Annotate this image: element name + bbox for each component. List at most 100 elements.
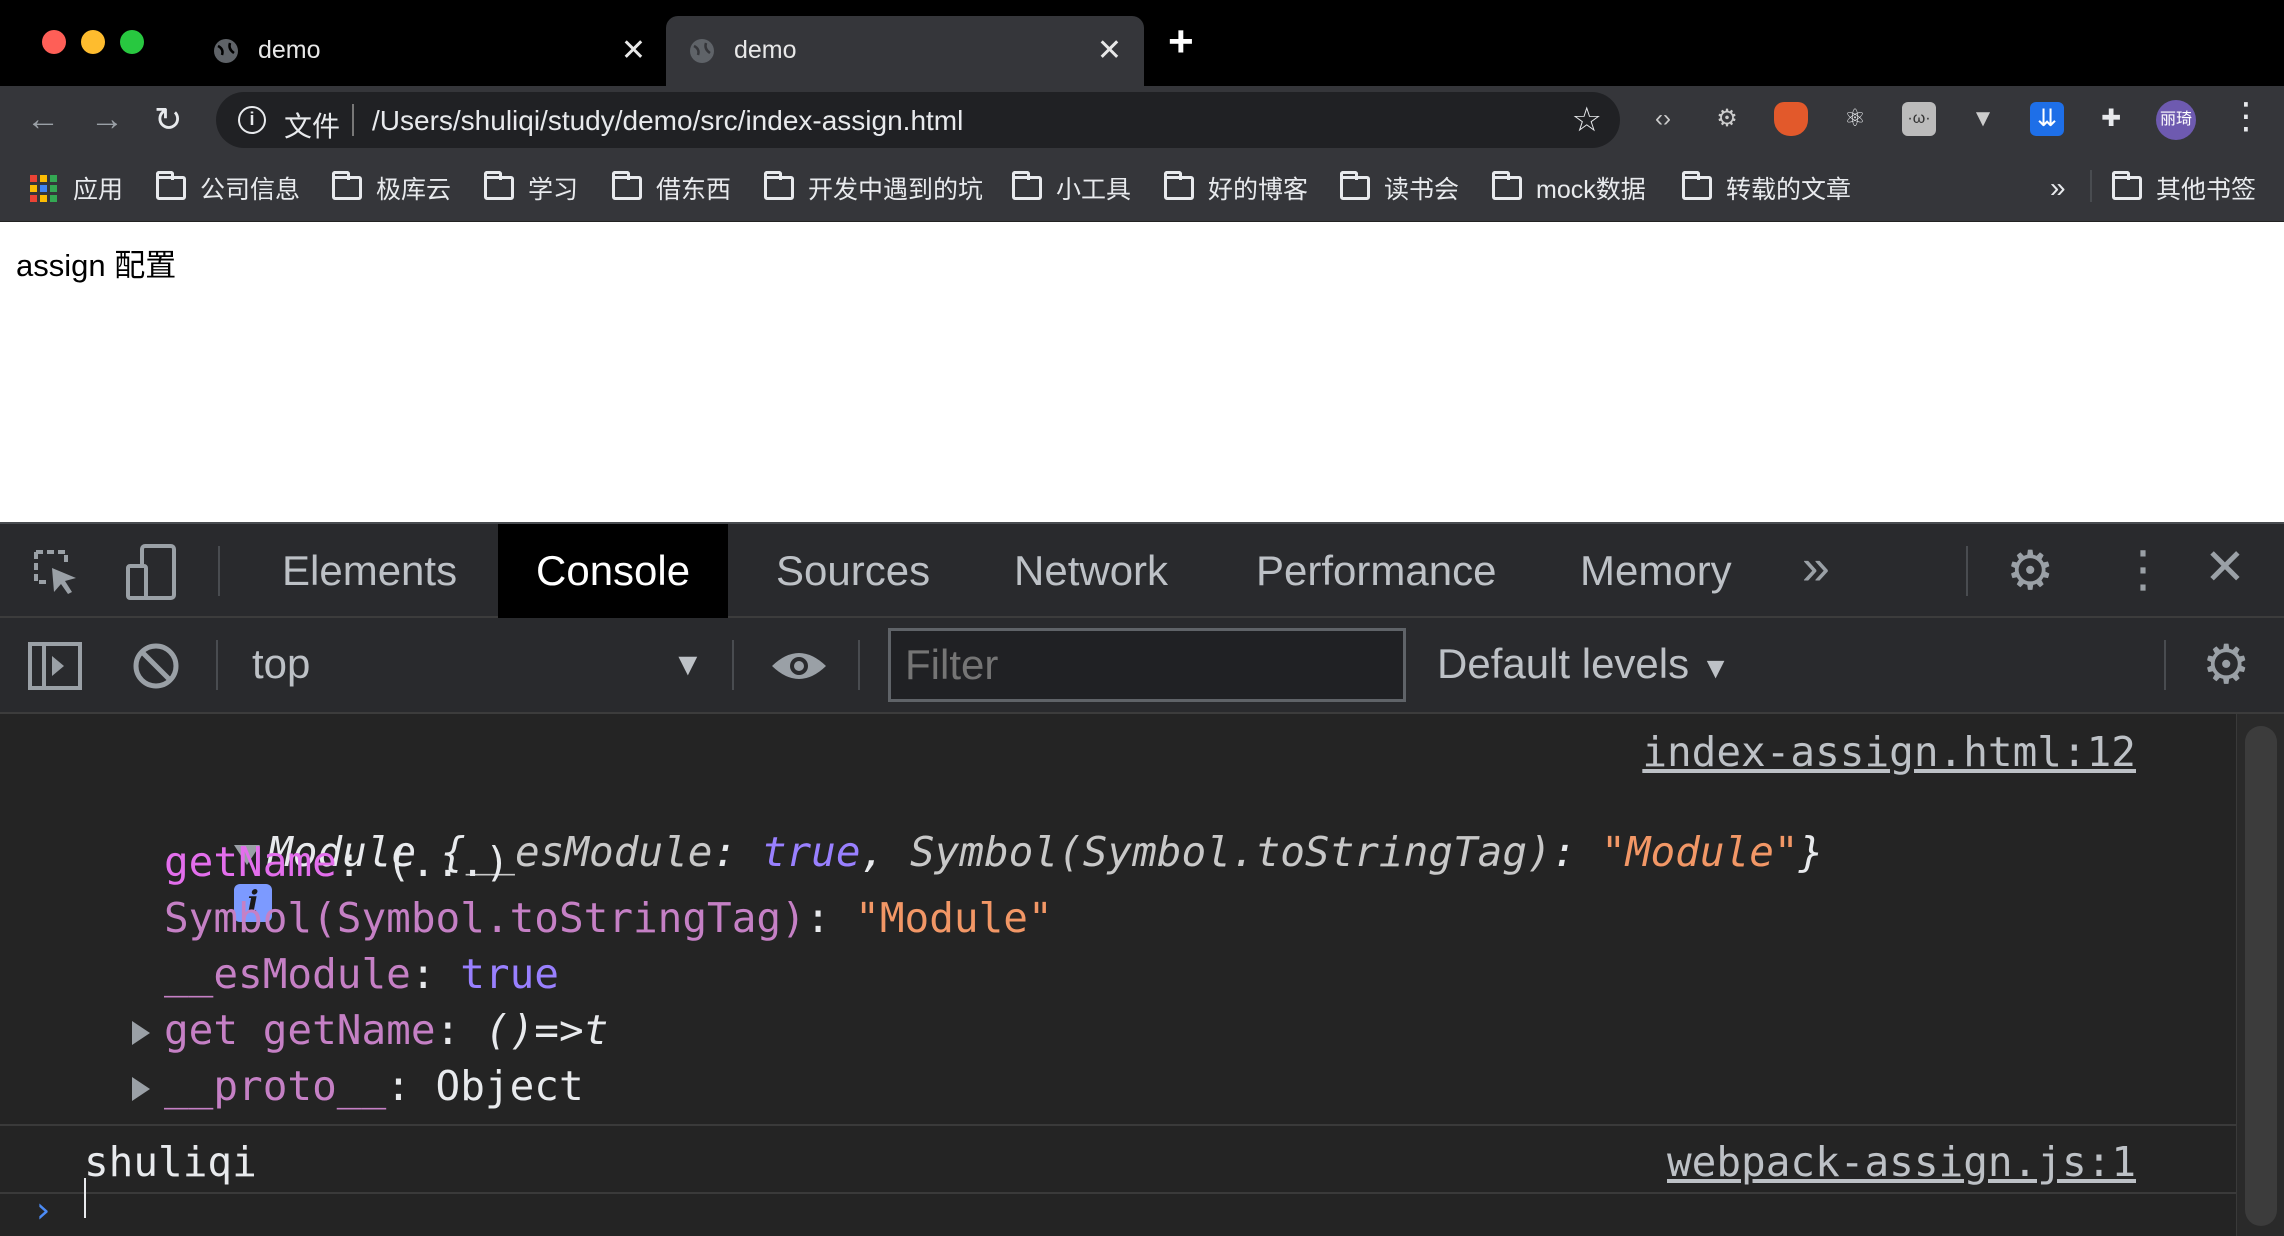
bookmark-label: 借东西 (656, 176, 732, 204)
source-link[interactable]: index-assign.html:12 (1642, 728, 2136, 776)
chevron-down-icon: ▼ (1700, 652, 1731, 685)
tab-console[interactable]: Console (498, 524, 729, 618)
globe-icon (214, 39, 238, 63)
minimize-window-button[interactable] (81, 30, 105, 54)
info-icon[interactable]: i (238, 106, 266, 134)
object-property[interactable]: getName: (...) (164, 838, 510, 886)
divider (352, 104, 354, 136)
settings-gear-icon[interactable]: ⚙ (2006, 544, 2054, 598)
chevron-down-icon[interactable]: ▼ (672, 646, 704, 683)
tab-memory[interactable]: Memory (1542, 524, 1770, 618)
divider (216, 640, 218, 690)
console-settings-gear-icon[interactable]: ⚙ (2202, 638, 2250, 692)
bookmark-label: 转载的文章 (1726, 176, 1852, 204)
device-toolbar-icon[interactable] (124, 544, 180, 600)
console-input-caret[interactable] (84, 1178, 86, 1218)
browser-menu-icon[interactable]: ⋮ (2228, 98, 2264, 134)
filter-input[interactable] (888, 628, 1406, 702)
summary-value: true (761, 828, 861, 876)
clear-console-icon[interactable] (132, 642, 180, 690)
source-link[interactable]: webpack-assign.js:1 (1667, 1138, 2136, 1186)
bookmark-folder[interactable]: mock数据 (1492, 168, 1646, 208)
forward-arrow-icon[interactable]: → (90, 100, 124, 139)
bookmark-star-icon[interactable]: ☆ (1572, 100, 1602, 140)
inspect-element-icon[interactable] (32, 548, 82, 598)
object-property[interactable]: get getName: ()=>t (132, 1006, 608, 1054)
tab-strip: demo ✕ demo ✕ + (0, 0, 2284, 86)
bookmark-folder[interactable]: 读书会 (1340, 168, 1459, 208)
bookmark-folder[interactable]: 学习 (484, 168, 578, 208)
log-message: shuliqi (84, 1138, 257, 1186)
object-property[interactable]: __proto__: Object (132, 1062, 584, 1110)
profile-avatar[interactable]: 丽琦 (2156, 100, 2196, 140)
maximize-window-button[interactable] (120, 30, 144, 54)
reload-icon[interactable]: ↻ (154, 100, 183, 140)
live-expression-eye-icon[interactable] (770, 648, 828, 684)
back-arrow-icon[interactable]: ← (26, 100, 60, 139)
tab-performance[interactable]: Performance (1218, 524, 1534, 618)
summary-key: Symbol(Symbol.toStringTag) (909, 828, 1552, 876)
close-tab-icon[interactable]: ✕ (621, 33, 646, 68)
react-extension-icon[interactable]: ⚛ (1838, 102, 1872, 136)
more-tabs-icon[interactable]: » (1802, 542, 1830, 592)
browser-tab[interactable]: demo ✕ (190, 16, 668, 86)
bookmarks-overflow-button[interactable]: » (2050, 168, 2066, 208)
tab-sources[interactable]: Sources (738, 524, 968, 618)
folder-icon (612, 171, 642, 200)
bookmark-folder[interactable]: 公司信息 (156, 168, 300, 208)
divider (1966, 546, 1968, 596)
browser-tab-active[interactable]: demo ✕ (666, 16, 1144, 86)
new-tab-button[interactable]: + (1168, 20, 1194, 64)
address-bar[interactable]: i 文件 /Users/shuliqi/study/demo/src/index… (216, 92, 1620, 148)
bookmark-label: 极库云 (376, 176, 452, 204)
folder-icon (1164, 171, 1194, 200)
scrollbar-thumb[interactable] (2245, 726, 2277, 1226)
property-key: get getName (164, 1006, 436, 1054)
close-window-button[interactable] (42, 30, 66, 54)
folder-icon (2112, 171, 2142, 200)
log-levels-dropdown[interactable]: Default levels ▼ (1437, 640, 1731, 688)
context-select[interactable]: top (252, 640, 310, 688)
bookmark-folder[interactable]: 小工具 (1012, 168, 1131, 208)
bookmark-folder[interactable]: 开发中遇到的坑 (764, 168, 983, 208)
expand-triangle-icon[interactable] (132, 1021, 150, 1045)
code-extension-icon[interactable]: ‹› (1646, 102, 1680, 136)
divider (732, 640, 734, 690)
console-output: index-assign.html:12 Module {__esModule:… (0, 714, 2236, 1236)
divider (218, 546, 220, 596)
close-tab-icon[interactable]: ✕ (1097, 33, 1122, 68)
bookmark-other-folder[interactable]: 其他书签 (2112, 168, 2256, 208)
tab-elements[interactable]: Elements (244, 524, 495, 618)
bookmark-label: 公司信息 (200, 176, 301, 204)
bookmark-folder[interactable]: 借东西 (612, 168, 731, 208)
browser-toolbar: ← → ↻ i 文件 /Users/shuliqi/study/demo/src… (0, 86, 2284, 154)
bookmark-folder[interactable]: 好的博客 (1164, 168, 1308, 208)
cat-extension-icon[interactable]: ·ω· (1902, 102, 1936, 136)
bookmark-label: 小工具 (1056, 176, 1132, 204)
bookmark-label: 读书会 (1384, 176, 1460, 204)
vue-extension-icon[interactable]: ▼ (1966, 102, 2000, 136)
expand-triangle-icon[interactable] (132, 1077, 150, 1101)
folder-icon (484, 171, 514, 200)
folder-icon (1012, 171, 1042, 200)
globe-icon (690, 39, 714, 63)
sidebar-toggle-icon[interactable] (28, 642, 82, 690)
bookmark-folder[interactable]: 转载的文章 (1682, 168, 1851, 208)
property-value: "Module" (855, 894, 1053, 942)
object-property: __esModule: true (164, 950, 559, 998)
divider (0, 1192, 2236, 1194)
folder-icon (1492, 171, 1522, 200)
devtools-menu-icon[interactable]: ⋮ (2118, 544, 2168, 594)
url-text[interactable]: /Users/shuliqi/study/demo/src/index-assi… (372, 105, 963, 137)
page-body-text: assign 配置 (16, 248, 177, 283)
console-scrollbar[interactable] (2236, 714, 2284, 1236)
close-devtools-icon[interactable]: ✕ (2204, 542, 2246, 592)
bookmark-apps[interactable]: 应用 (30, 168, 123, 208)
property-value[interactable]: (...) (386, 838, 509, 886)
bookmark-folder[interactable]: 极库云 (332, 168, 451, 208)
gear-extension-icon[interactable]: ⚙ (1710, 102, 1744, 136)
tab-network[interactable]: Network (976, 524, 1206, 618)
puzzle-extensions-icon[interactable]: ✚ (2094, 102, 2128, 136)
gitlab-extension-icon[interactable] (1774, 102, 1808, 136)
save-extension-icon[interactable]: ⇊ (2030, 102, 2064, 136)
